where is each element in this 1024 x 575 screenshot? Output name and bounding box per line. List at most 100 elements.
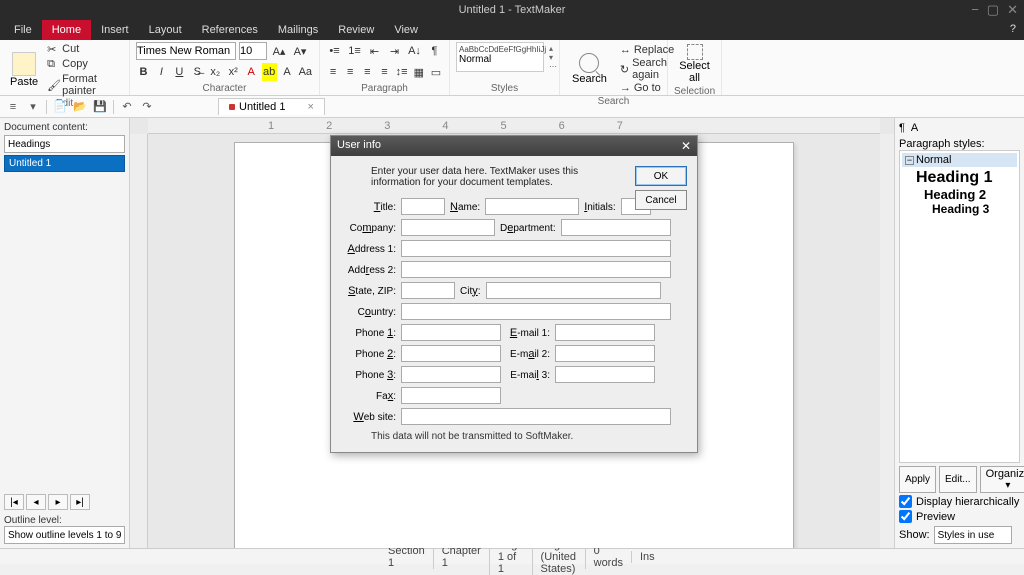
preview-check[interactable]: Preview bbox=[899, 510, 1020, 523]
tab-references[interactable]: References bbox=[192, 20, 268, 40]
numbering-button[interactable]: 1≡ bbox=[346, 42, 363, 60]
address2-field[interactable] bbox=[401, 261, 671, 278]
state-zip-field[interactable] bbox=[401, 282, 455, 299]
department-field[interactable] bbox=[561, 219, 671, 236]
email1-field[interactable] bbox=[555, 324, 655, 341]
display-hierarchically-check[interactable]: Display hierarchically bbox=[899, 495, 1020, 508]
doc-item[interactable]: Untitled 1 bbox=[4, 155, 125, 172]
qa-save-icon[interactable]: 💾 bbox=[91, 98, 109, 116]
tree-collapse-icon[interactable]: − bbox=[905, 156, 914, 165]
ok-button[interactable]: OK bbox=[635, 166, 687, 186]
qa-new-icon[interactable]: ▾ bbox=[24, 98, 42, 116]
outline-last-button[interactable]: ▸| bbox=[70, 494, 90, 510]
city-field[interactable] bbox=[486, 282, 661, 299]
style-heading2[interactable]: Heading 2 bbox=[902, 187, 1017, 202]
phone1-field[interactable] bbox=[401, 324, 501, 341]
align-right-button[interactable]: ≡ bbox=[360, 63, 374, 81]
minimize-icon[interactable]: − bbox=[971, 2, 979, 18]
font-family-select[interactable] bbox=[136, 42, 236, 60]
vertical-ruler[interactable] bbox=[130, 134, 148, 548]
shrink-font-icon[interactable]: A▾ bbox=[291, 42, 309, 60]
show-filter-select[interactable] bbox=[934, 526, 1012, 544]
replace-button[interactable]: ↔Replace bbox=[620, 44, 674, 56]
qa-redo-icon[interactable]: ↷ bbox=[138, 98, 156, 116]
indent-button[interactable]: ⇥ bbox=[386, 42, 403, 60]
website-field[interactable] bbox=[401, 408, 671, 425]
qa-open-icon[interactable]: 📂 bbox=[71, 98, 89, 116]
format-painter-button[interactable]: 🖌Format painter bbox=[45, 72, 123, 98]
outline-next-button[interactable]: ▸ bbox=[48, 494, 68, 510]
line-spacing-button[interactable]: ↕≡ bbox=[395, 63, 409, 81]
style-heading1[interactable]: Heading 1 bbox=[902, 169, 1017, 187]
borders-button[interactable]: ▭ bbox=[429, 63, 443, 81]
dialog-title-bar[interactable]: User info ✕ bbox=[331, 136, 697, 156]
grow-font-icon[interactable]: A▴ bbox=[270, 42, 288, 60]
align-left-button[interactable]: ≡ bbox=[326, 63, 340, 81]
tab-mailings[interactable]: Mailings bbox=[268, 20, 328, 40]
goto-button[interactable]: →Go to bbox=[620, 82, 674, 94]
address1-field[interactable] bbox=[401, 240, 671, 257]
fax-field[interactable] bbox=[401, 387, 501, 404]
bullets-button[interactable]: •≡ bbox=[326, 42, 343, 60]
font-color-button[interactable]: A bbox=[244, 63, 259, 81]
shading-button[interactable]: ▦ bbox=[412, 63, 426, 81]
character-styles-icon[interactable]: A bbox=[911, 122, 918, 134]
outline-level-select[interactable] bbox=[4, 526, 125, 544]
font-size-select[interactable] bbox=[239, 42, 267, 60]
qa-align-icon[interactable]: ≡ bbox=[4, 98, 22, 116]
outline-prev-button[interactable]: ◂ bbox=[26, 494, 46, 510]
sort-button[interactable]: A↓ bbox=[406, 42, 423, 60]
align-center-button[interactable]: ≡ bbox=[343, 63, 357, 81]
email2-field[interactable] bbox=[555, 345, 655, 362]
outdent-button[interactable]: ⇤ bbox=[366, 42, 383, 60]
vertical-scrollbar[interactable] bbox=[880, 134, 894, 548]
dialog-close-icon[interactable]: ✕ bbox=[681, 139, 691, 153]
superscript-button[interactable]: x² bbox=[226, 63, 241, 81]
tab-home[interactable]: Home bbox=[42, 20, 91, 40]
strike-button[interactable]: S̶ bbox=[190, 63, 205, 81]
cancel-button[interactable]: Cancel bbox=[635, 190, 687, 210]
style-preview-normal[interactable]: AaBbCcDdEeFfGgHhIiJj Normal bbox=[456, 42, 544, 72]
qa-undo-icon[interactable]: ↶ bbox=[118, 98, 136, 116]
tab-close-icon[interactable]: × bbox=[307, 101, 313, 113]
help-icon[interactable]: ? bbox=[1002, 20, 1024, 40]
status-ins[interactable]: Ins bbox=[631, 551, 663, 563]
maximize-icon[interactable]: ▢ bbox=[987, 2, 999, 18]
justify-button[interactable]: ≡ bbox=[377, 63, 391, 81]
email3-field[interactable] bbox=[555, 366, 655, 383]
subscript-button[interactable]: x₂ bbox=[208, 63, 223, 81]
style-normal[interactable]: −Normal bbox=[902, 153, 1017, 167]
edit-style-button[interactable]: Edit... bbox=[939, 466, 977, 493]
bold-button[interactable]: B bbox=[136, 63, 151, 81]
tab-view[interactable]: View bbox=[384, 20, 428, 40]
tab-file[interactable]: File bbox=[4, 20, 42, 40]
tab-layout[interactable]: Layout bbox=[139, 20, 192, 40]
title-field[interactable] bbox=[401, 198, 445, 215]
phone3-field[interactable] bbox=[401, 366, 501, 383]
tab-review[interactable]: Review bbox=[328, 20, 384, 40]
italic-button[interactable]: I bbox=[154, 63, 169, 81]
horizontal-ruler[interactable]: 1234567 bbox=[148, 118, 880, 134]
pilcrow-icon[interactable]: ¶ bbox=[899, 122, 905, 134]
search-again-button[interactable]: ↻Search again bbox=[620, 57, 674, 81]
company-field[interactable] bbox=[401, 219, 495, 236]
headings-select[interactable] bbox=[4, 135, 125, 153]
style-heading3[interactable]: Heading 3 bbox=[902, 202, 1017, 216]
highlight-button[interactable]: ab bbox=[262, 63, 277, 81]
qa-new-doc-icon[interactable]: 📄 bbox=[51, 98, 69, 116]
country-field[interactable] bbox=[401, 303, 671, 320]
styles-gallery-expand[interactable]: ▴▾⋯ bbox=[547, 44, 559, 70]
underline-button[interactable]: U bbox=[172, 63, 187, 81]
document-tab[interactable]: Untitled 1 × bbox=[218, 98, 325, 115]
copy-button[interactable]: ⧉Copy bbox=[45, 57, 123, 71]
paste-button[interactable]: Paste bbox=[6, 50, 42, 90]
pilcrow-button[interactable]: ¶ bbox=[426, 42, 443, 60]
phone2-field[interactable] bbox=[401, 345, 501, 362]
outline-first-button[interactable]: |◂ bbox=[4, 494, 24, 510]
name-field[interactable] bbox=[485, 198, 579, 215]
organize-button[interactable]: Organize ▾ bbox=[980, 466, 1024, 493]
select-all-button[interactable]: Select all bbox=[674, 42, 715, 86]
search-button[interactable]: Search bbox=[566, 51, 613, 87]
close-icon[interactable]: ✕ bbox=[1007, 2, 1018, 18]
cut-button[interactable]: ✂Cut bbox=[45, 42, 123, 56]
